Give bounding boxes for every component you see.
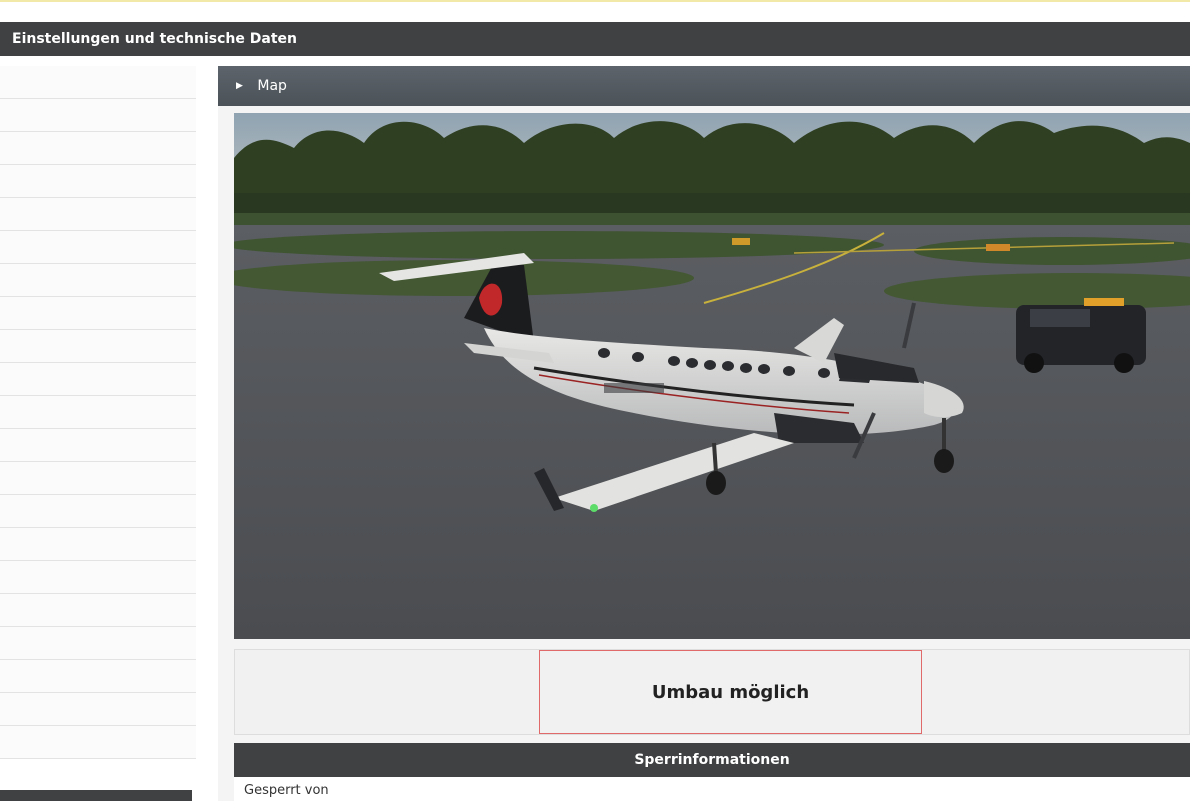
aircraft-scene-icon <box>234 113 1190 639</box>
left-row <box>0 198 196 231</box>
left-row <box>0 231 196 264</box>
left-row <box>0 693 196 726</box>
conversion-status-label: Umbau möglich <box>651 682 810 703</box>
left-column <box>0 66 196 801</box>
caret-right-icon: ▶ <box>236 81 243 91</box>
lock-info-header: Sperrinformationen <box>234 743 1190 777</box>
settings-header-title: Einstellungen und technische Daten <box>12 31 297 47</box>
left-row <box>0 396 196 429</box>
left-row <box>0 132 196 165</box>
left-row <box>0 99 196 132</box>
aircraft-scene-image <box>234 113 1190 639</box>
lock-info-title: Sperrinformationen <box>634 752 790 768</box>
settings-header: Einstellungen und technische Daten <box>0 22 1190 56</box>
left-row <box>0 264 196 297</box>
top-accent-bar <box>0 0 1190 18</box>
left-row <box>0 165 196 198</box>
left-row <box>0 297 196 330</box>
left-row <box>0 66 196 99</box>
left-column-footer-bar <box>0 790 192 801</box>
conversion-status-area: Umbau möglich <box>234 649 1190 735</box>
left-row <box>0 528 196 561</box>
left-row <box>0 660 196 693</box>
left-row <box>0 594 196 627</box>
left-row <box>0 429 196 462</box>
map-panel-title: Map <box>257 78 287 94</box>
left-row <box>0 495 196 528</box>
conversion-status-box: Umbau möglich <box>539 650 922 734</box>
locked-by-label: Gesperrt von <box>244 783 329 798</box>
map-panel-header[interactable]: ▶ Map <box>218 66 1190 106</box>
left-row <box>0 561 196 594</box>
map-panel: ▶ Map Umbau möglich Sperrinformationen G… <box>218 66 1190 801</box>
left-row <box>0 627 196 660</box>
left-row <box>0 363 196 396</box>
left-row <box>0 726 196 759</box>
lock-info-row: Gesperrt von <box>234 777 1190 801</box>
left-row <box>0 462 196 495</box>
left-row <box>0 330 196 363</box>
